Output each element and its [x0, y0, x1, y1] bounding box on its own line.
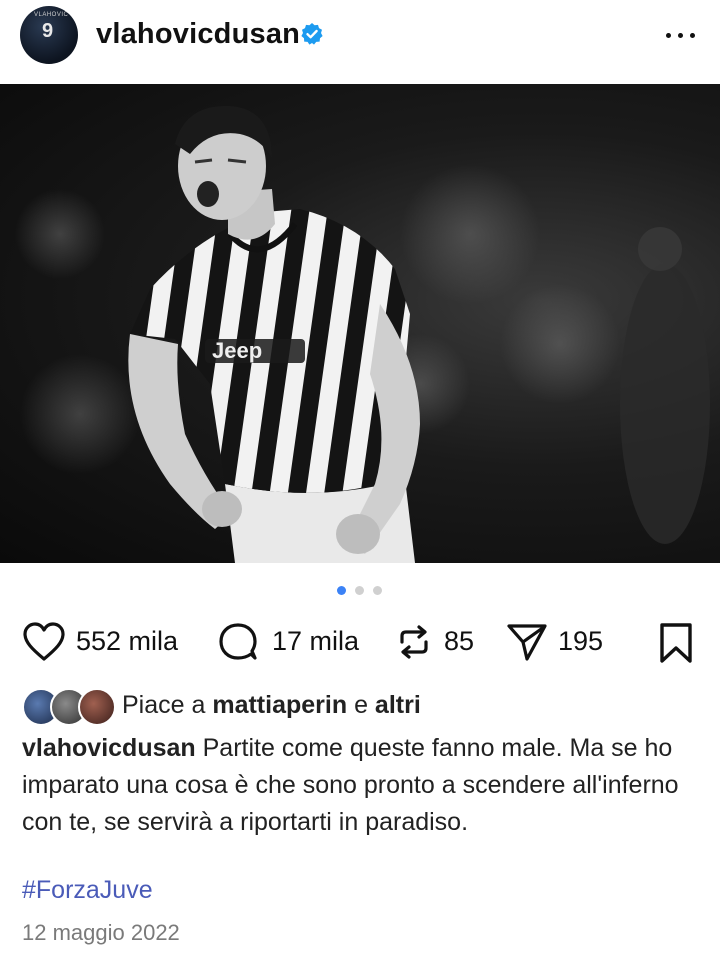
liked-by-row[interactable]: Piace a mattiaperin e altri [0, 686, 720, 726]
more-options-icon[interactable] [664, 20, 698, 50]
caption-hashtag[interactable]: #ForzaJuve [22, 876, 153, 905]
post-username[interactable]: vlahovicdusan [96, 18, 300, 51]
post-caption: vlahovicdusan Partite come queste fanno … [22, 730, 712, 841]
liked-by-prefix: Piace a [122, 691, 206, 719]
share-plane-icon[interactable] [506, 622, 548, 662]
post-photo[interactable]: Jeep [0, 84, 720, 563]
repost-count[interactable]: 85 [444, 626, 474, 657]
comment-count[interactable]: 17 mila [272, 626, 359, 657]
caption-username[interactable]: vlahovicdusan [22, 734, 196, 762]
post-date: 12 maggio 2022 [22, 920, 180, 945]
liked-by-connector: e [354, 691, 368, 719]
carousel-dot [373, 586, 382, 595]
carousel-dot-active [337, 586, 346, 595]
player-photo-illustration: Jeep [15, 105, 710, 563]
carousel-dot [355, 586, 364, 595]
svg-text:Jeep: Jeep [212, 338, 262, 363]
share-count[interactable]: 195 [558, 626, 603, 657]
liker-avatar [78, 688, 116, 726]
avatar-shirt-label: VLAHOVIC [34, 12, 69, 18]
profile-avatar[interactable]: VLAHOVIC 9 [20, 6, 78, 64]
heart-icon[interactable] [22, 622, 66, 662]
repost-icon[interactable] [394, 622, 434, 662]
carousel-indicator [0, 584, 720, 598]
verified-badge-icon [301, 23, 323, 45]
liked-by-user[interactable]: mattiaperin [212, 691, 347, 719]
avatar-shirt-number: 9 [42, 20, 54, 42]
like-count[interactable]: 552 mila [76, 626, 178, 657]
comment-bubble-icon[interactable] [218, 622, 260, 662]
bookmark-icon[interactable] [658, 622, 694, 664]
post-header: VLAHOVIC 9 vlahovicdusan [0, 0, 720, 84]
liked-by-text: Piace a mattiaperin e altri [122, 691, 421, 720]
liked-by-others[interactable]: altri [375, 691, 421, 719]
action-bar: 552 mila 17 mila 85 195 [0, 612, 720, 672]
